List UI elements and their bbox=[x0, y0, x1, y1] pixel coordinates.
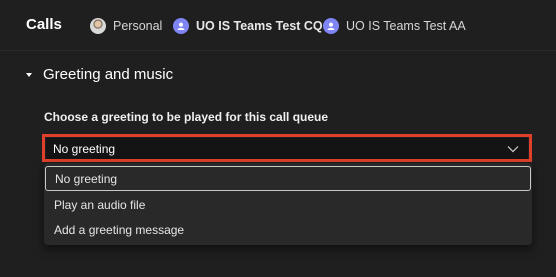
scrollbar[interactable] bbox=[550, 51, 556, 277]
caret-down-icon bbox=[26, 72, 32, 77]
account-call-queue[interactable]: UO IS Teams Test CQ bbox=[173, 16, 323, 36]
greeting-field-label: Choose a greeting to be played for this … bbox=[44, 110, 329, 124]
app-title: Calls bbox=[26, 16, 62, 33]
account-label: UO IS Teams Test AA bbox=[346, 19, 466, 33]
auto-attendant-avatar-icon bbox=[323, 18, 339, 34]
section-title: Greeting and music bbox=[43, 66, 174, 83]
user-avatar-icon bbox=[90, 18, 106, 34]
account-label: Personal bbox=[113, 19, 163, 33]
account-label: UO IS Teams Test CQ bbox=[196, 19, 323, 33]
select-value: No greeting bbox=[53, 141, 116, 156]
call-queue-avatar-icon bbox=[173, 18, 189, 34]
account-auto-attendant[interactable]: UO IS Teams Test AA bbox=[323, 16, 466, 36]
top-bar: Calls Personal UO IS Teams Test CQ UO IS… bbox=[0, 0, 556, 51]
greeting-section-toggle[interactable]: Greeting and music bbox=[26, 66, 173, 83]
chevron-down-icon bbox=[507, 145, 519, 152]
option-play-audio-file[interactable]: Play an audio file bbox=[44, 192, 532, 217]
greeting-select[interactable]: No greeting bbox=[46, 138, 528, 159]
option-no-greeting[interactable]: No greeting bbox=[45, 166, 531, 191]
greeting-dropdown-menu: No greeting Play an audio file Add a gre… bbox=[44, 163, 532, 245]
account-personal[interactable]: Personal bbox=[90, 16, 162, 36]
option-add-greeting-message[interactable]: Add a greeting message bbox=[44, 217, 532, 242]
